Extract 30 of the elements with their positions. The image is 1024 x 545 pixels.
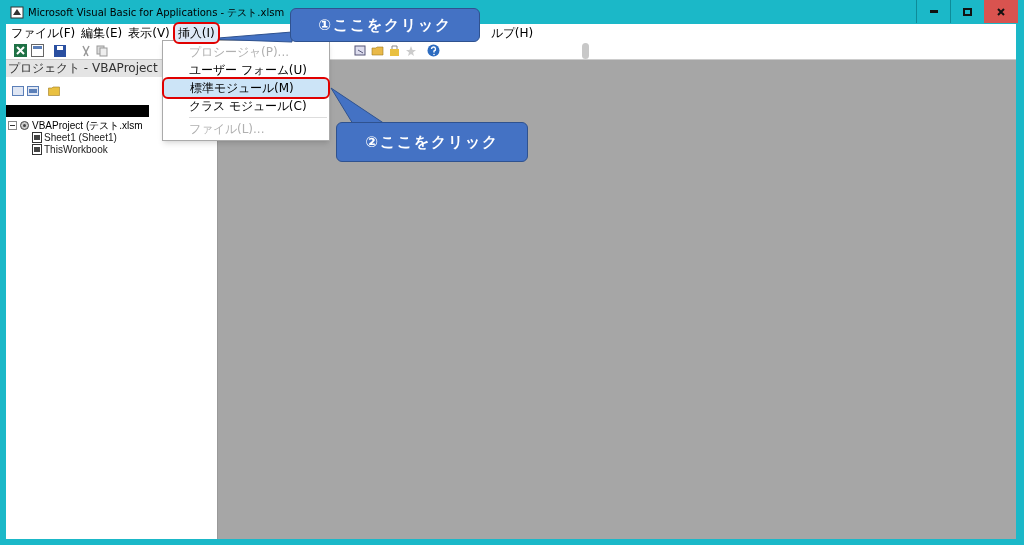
star-icon[interactable] (405, 44, 417, 57)
menu-entry[interactable]: クラス モジュール(C) (163, 97, 329, 115)
save-icon[interactable] (54, 44, 66, 57)
maximize-icon (963, 7, 972, 16)
menu-item[interactable]: ファイル(F) (10, 24, 77, 42)
menu-item[interactable]: 挿入(I) (174, 24, 218, 42)
sheet-icon (32, 143, 42, 155)
design-icon[interactable] (354, 44, 367, 57)
close-icon (997, 7, 1005, 16)
folder-icon[interactable] (371, 44, 384, 57)
menu-entry[interactable]: 標準モジュール(M) (164, 79, 328, 97)
form-icon[interactable] (31, 44, 44, 57)
view-object-icon[interactable] (27, 86, 39, 96)
excel-icon[interactable] (14, 44, 27, 57)
help-icon[interactable] (427, 44, 440, 57)
view-code-icon[interactable] (12, 86, 24, 96)
sheet-icon (32, 131, 42, 143)
menu-item[interactable]: ルプ(H) (489, 24, 535, 42)
copy-icon[interactable] (96, 44, 108, 57)
callout-box: ①ここをクリック (290, 8, 480, 42)
menu-item[interactable]: 表示(V) (127, 24, 171, 42)
minimize-icon (929, 10, 938, 13)
tree-item[interactable]: VBAProject (テスト.xlsm (32, 117, 143, 133)
cut-icon[interactable] (80, 44, 92, 57)
project-icon (19, 119, 30, 131)
window-title: Microsoft Visual Basic for Applications - テスト.xlsm (28, 5, 285, 20)
close-button[interactable] (984, 0, 1018, 23)
app-icon (10, 5, 24, 19)
menu-item[interactable]: 編集(E) (80, 24, 124, 42)
folder-icon[interactable] (48, 86, 60, 96)
